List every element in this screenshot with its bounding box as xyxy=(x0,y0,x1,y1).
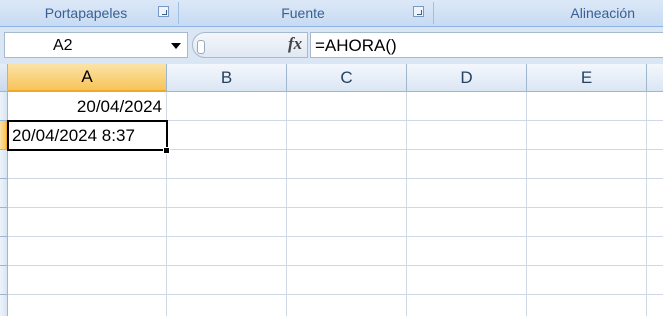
gridline xyxy=(8,265,663,266)
ribbon-group-font: Fuente xyxy=(180,0,426,26)
gridline xyxy=(286,92,287,316)
row-header-5[interactable] xyxy=(0,208,8,237)
row-header-7[interactable] xyxy=(0,266,8,295)
gridline xyxy=(646,92,647,316)
active-cell-border xyxy=(7,120,168,151)
formula-text: =AHORA() xyxy=(315,36,397,55)
gridline xyxy=(8,207,663,208)
resize-grip-icon[interactable] xyxy=(197,40,205,54)
fill-handle[interactable] xyxy=(163,147,170,154)
ribbon-group-label: Alineación xyxy=(570,5,635,21)
gridline xyxy=(406,92,407,316)
ribbon-separator xyxy=(178,2,179,24)
column-header-a[interactable]: A xyxy=(8,64,167,92)
cell-a1[interactable]: 20/04/2024 xyxy=(10,97,162,117)
ribbon-group-clipboard: Portapapeles xyxy=(0,0,172,26)
column-header-f[interactable] xyxy=(647,64,663,92)
chevron-down-icon[interactable] xyxy=(171,43,181,49)
gridline xyxy=(8,178,663,179)
column-header-c[interactable]: C xyxy=(287,64,407,92)
gridline xyxy=(8,294,663,295)
name-box-value: A2 xyxy=(53,37,73,54)
select-all-corner[interactable] xyxy=(0,64,8,92)
row-header-4[interactable] xyxy=(0,179,8,208)
column-header-e[interactable]: E xyxy=(527,64,647,92)
gridline xyxy=(526,92,527,316)
insert-function-icon[interactable]: fx xyxy=(288,34,302,54)
formula-input[interactable]: =AHORA() xyxy=(310,32,663,58)
clipboard-dialog-launcher-icon[interactable] xyxy=(158,6,169,17)
worksheet-grid[interactable]: A B C D E 20/04/2024 20/04/2024 8:37 xyxy=(0,64,663,316)
ribbon-group-alignment: Alineación xyxy=(435,0,663,26)
column-header-b[interactable]: B xyxy=(167,64,287,92)
ribbon-separator xyxy=(433,2,434,24)
ribbon-group-label: Fuente xyxy=(281,5,325,21)
ribbon-group-bar: Portapapeles Fuente Alineación xyxy=(0,0,663,27)
row-header-3[interactable] xyxy=(0,150,8,179)
column-header-d[interactable]: D xyxy=(407,64,527,92)
name-box[interactable]: A2 xyxy=(4,32,188,58)
font-dialog-launcher-icon[interactable] xyxy=(413,6,424,17)
gridline xyxy=(8,236,663,237)
row-header-6[interactable] xyxy=(0,237,8,266)
ribbon-group-label: Portapapeles xyxy=(44,5,128,21)
row-header-8[interactable] xyxy=(0,295,8,316)
row-header-1[interactable] xyxy=(0,92,8,121)
